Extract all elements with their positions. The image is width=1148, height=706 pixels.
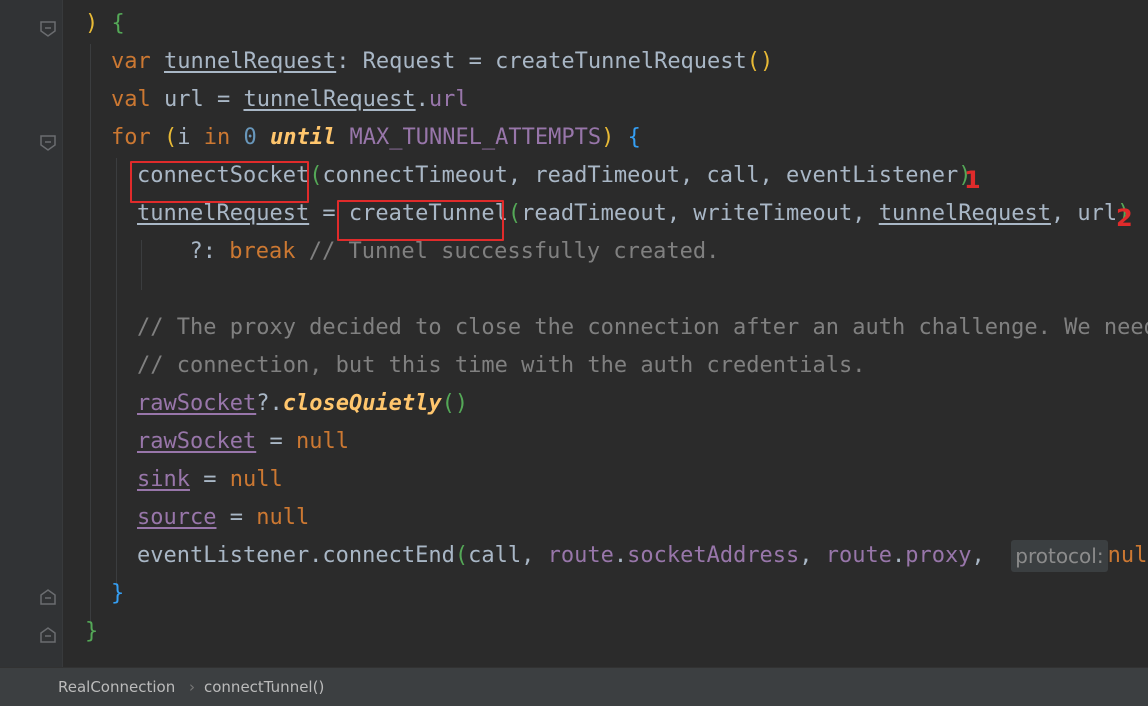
code-token: break [229, 239, 296, 264]
code-token: null [295, 429, 349, 454]
code-token: ( [309, 163, 323, 188]
code-token: // Tunnel successfully created. [295, 239, 720, 264]
code-token: rawSocket [137, 429, 257, 454]
code-line[interactable]: ) { [85, 5, 125, 43]
code-token: route [825, 543, 893, 568]
code-line[interactable]: for (i in 0 until MAX_TUNNEL_ATTEMPTS) { [111, 119, 641, 157]
code-token: null [256, 505, 310, 530]
code-line[interactable]: val url = tunnelRequest.url [111, 81, 469, 119]
code-token: 0 [243, 125, 257, 150]
code-token: ) [85, 11, 99, 36]
code-token: , url [1050, 201, 1118, 226]
annotation-marker-1: 1 [964, 166, 981, 194]
code-token: sink [137, 467, 190, 492]
code-token: . [613, 543, 628, 568]
code-token: socketAddress [627, 543, 800, 568]
code-token: connectTimeout, readTimeout, call, event… [322, 163, 959, 188]
code-token: url = [150, 87, 244, 112]
code-token: closeQuietly [282, 391, 442, 416]
code-line[interactable]: sink = null [137, 461, 283, 499]
code-token: tunnelRequest [164, 49, 337, 74]
parameter-hint: protocol: [1011, 540, 1108, 572]
code-token: call, [468, 543, 548, 568]
code-token: ( [164, 125, 178, 150]
code-token: } [85, 619, 99, 644]
code-token: route [547, 543, 614, 568]
code-token: tunnelRequest [243, 87, 416, 112]
code-token: null [1107, 543, 1148, 568]
code-line[interactable]: rawSocket = null [137, 423, 349, 461]
code-line[interactable]: } [85, 613, 98, 651]
code-token: () [441, 391, 469, 416]
code-token: . [415, 87, 429, 112]
code-token: url [428, 87, 469, 112]
code-line[interactable]: var tunnelRequest: Request = createTunne… [111, 43, 773, 81]
code-line[interactable]: source = null [137, 499, 309, 537]
code-token: ?: [163, 239, 230, 264]
code-token: source [137, 505, 217, 530]
code-token: MAX_TUNNEL_ATTEMPTS [349, 125, 602, 150]
code-token: until [270, 125, 337, 150]
code-token: val [111, 87, 151, 112]
code-token: readTimeout, writeTimeout, [521, 201, 879, 226]
breadcrumb-separator-icon: › [189, 678, 195, 696]
code-token: i [177, 125, 204, 150]
code-token: } [111, 581, 125, 606]
highlight-box-create-tunnel [337, 200, 504, 241]
code-token: = [189, 467, 230, 492]
code-token: rawSocket [137, 391, 257, 416]
code-token: = [256, 429, 296, 454]
breadcrumb: RealConnection › connectTunnel() [0, 667, 1148, 706]
code-token: = [216, 505, 257, 530]
code-line[interactable]: // connection, but this time with the au… [137, 347, 865, 385]
code-token: , [799, 543, 826, 568]
code-token: ( [454, 543, 469, 568]
code-token: proxy [905, 543, 972, 568]
code-token: eventListener.connectEnd [137, 543, 455, 568]
breadcrumb-class[interactable]: RealConnection [58, 668, 175, 706]
code-token: : Request = createTunnelRequest [336, 49, 747, 74]
code-token: tunnelRequest [137, 201, 310, 226]
code-token: for [111, 125, 151, 150]
code-token: . [892, 543, 906, 568]
breadcrumb-method[interactable]: connectTunnel() [204, 668, 324, 706]
code-token: ?. [256, 391, 283, 416]
code-token: ) [601, 125, 615, 150]
code-token: () [746, 49, 774, 74]
code-token: ( [507, 201, 522, 226]
code-line[interactable]: // The proxy decided to close the connec… [137, 309, 1148, 347]
code-token: { [111, 11, 125, 36]
code-line[interactable]: eventListener.connectEnd(call, route.soc… [137, 537, 1148, 575]
highlight-box-connect-socket [130, 161, 309, 203]
code-token: var [111, 49, 151, 74]
code-token: // The proxy decided to close the connec… [137, 315, 1148, 340]
annotation-marker-2: 2 [1116, 204, 1133, 232]
code-token: , [971, 543, 1012, 568]
code-editor[interactable]: ) {var tunnelRequest: Request = createTu… [0, 0, 1148, 667]
code-token: { [627, 125, 641, 150]
code-line[interactable]: rawSocket?.closeQuietly() [137, 385, 468, 423]
code-token: null [229, 467, 283, 492]
code-token: in [203, 125, 231, 150]
code-token: tunnelRequest [878, 201, 1051, 226]
code-line[interactable]: } [111, 575, 124, 613]
code-token: // connection, but this time with the au… [137, 353, 866, 378]
